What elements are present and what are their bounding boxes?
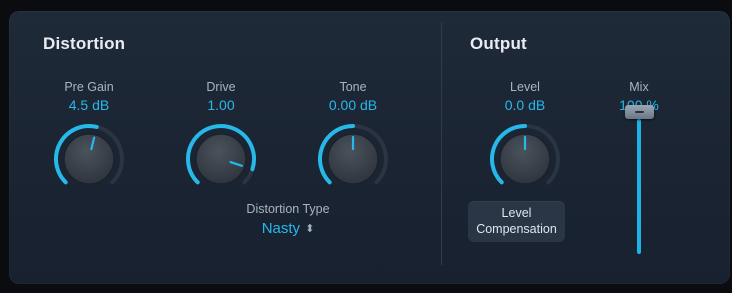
level-compensation-label-line1: Level bbox=[501, 206, 532, 220]
knob-graphic bbox=[318, 124, 388, 185]
section-divider bbox=[441, 22, 442, 265]
tone-value[interactable]: 0.00 dB bbox=[293, 97, 413, 113]
mix-label: Mix bbox=[629, 80, 649, 94]
drive-label: Drive bbox=[206, 80, 236, 94]
distortion-section-title: Distortion bbox=[43, 34, 126, 53]
pre-gain-label: Pre Gain bbox=[64, 80, 114, 94]
mix-slider-track[interactable] bbox=[637, 119, 641, 254]
mix-slider-handle[interactable] bbox=[625, 105, 654, 119]
tone-label: Tone bbox=[339, 80, 367, 94]
knob-graphic bbox=[186, 124, 256, 185]
distortion-type-select[interactable]: Nasty ⬍ bbox=[238, 220, 338, 237]
drive-knob[interactable] bbox=[183, 121, 259, 197]
pre-gain-value[interactable]: 4.5 dB bbox=[29, 97, 149, 113]
drive-value[interactable]: 1.00 bbox=[161, 97, 281, 113]
knob-body bbox=[195, 133, 247, 185]
tone-knob[interactable] bbox=[315, 121, 391, 197]
knob-body bbox=[63, 133, 115, 185]
up-down-chevron-icon: ⬍ bbox=[305, 223, 315, 235]
knob-graphic bbox=[54, 124, 124, 185]
plugin-window: Distortion Pre Gain 4.5 dB Drive 1.00 To… bbox=[0, 0, 732, 293]
level-compensation-label-line2: Compensation bbox=[476, 222, 557, 236]
level-label: Level bbox=[510, 80, 540, 94]
slider-grip-icon bbox=[635, 111, 644, 113]
pre-gain-knob[interactable] bbox=[51, 121, 127, 197]
distortion-type-value: Nasty bbox=[261, 220, 301, 237]
distortion-type-label: Distortion Type bbox=[246, 202, 330, 216]
level-knob[interactable] bbox=[487, 121, 563, 197]
output-section-title: Output bbox=[470, 34, 527, 53]
knob-graphic bbox=[490, 124, 560, 185]
level-value[interactable]: 0.0 dB bbox=[465, 97, 585, 113]
level-compensation-button[interactable]: Level Compensation bbox=[468, 201, 565, 242]
